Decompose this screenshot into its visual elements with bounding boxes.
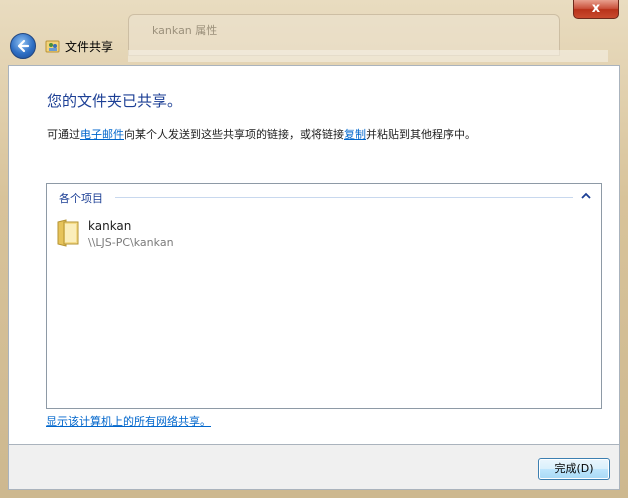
file-sharing-icon xyxy=(45,40,60,53)
copy-link[interactable]: 复制 xyxy=(344,128,366,141)
folder-icon xyxy=(57,219,79,247)
close-button[interactable]: x xyxy=(573,0,619,19)
show-all-shares-link[interactable]: 显示该计算机上的所有网络共享。 xyxy=(46,413,211,429)
back-arrow-icon xyxy=(17,39,30,53)
group-header-label: 各个项目 xyxy=(59,192,103,205)
dialog-content: 您的文件夹已共享。 可通过电子邮件向某个人发送到这些共享项的链接，或将链接复制并… xyxy=(8,65,620,445)
list-item-name[interactable]: kankan xyxy=(88,219,131,233)
description: 可通过电子邮件向某个人发送到这些共享项的链接，或将链接复制并粘贴到其他程序中。 xyxy=(47,126,476,142)
back-button[interactable] xyxy=(10,33,36,59)
close-icon: x xyxy=(591,1,601,16)
finish-button[interactable]: 完成(D) xyxy=(538,458,610,480)
page-title: 您的文件夹已共享。 xyxy=(47,92,183,110)
description-prefix: 可通过 xyxy=(47,128,80,141)
background-window-strip xyxy=(128,50,608,62)
background-window-title: kankan 属性 xyxy=(152,24,218,37)
dialog-footer: 完成(D) xyxy=(8,445,620,490)
email-link[interactable]: 电子邮件 xyxy=(80,128,124,141)
description-suffix: 并粘贴到其他程序中。 xyxy=(366,128,476,141)
shared-items-list[interactable]: 各个项目 kankan \\LJS-PC\kankan xyxy=(46,183,602,409)
chevron-up-icon[interactable] xyxy=(580,190,592,202)
group-header-divider xyxy=(115,197,573,198)
description-middle: 向某个人发送到这些共享项的链接，或将链接 xyxy=(124,128,344,141)
window-title: 文件共享 xyxy=(65,40,114,54)
list-item-path: \\LJS-PC\kankan xyxy=(88,236,174,249)
